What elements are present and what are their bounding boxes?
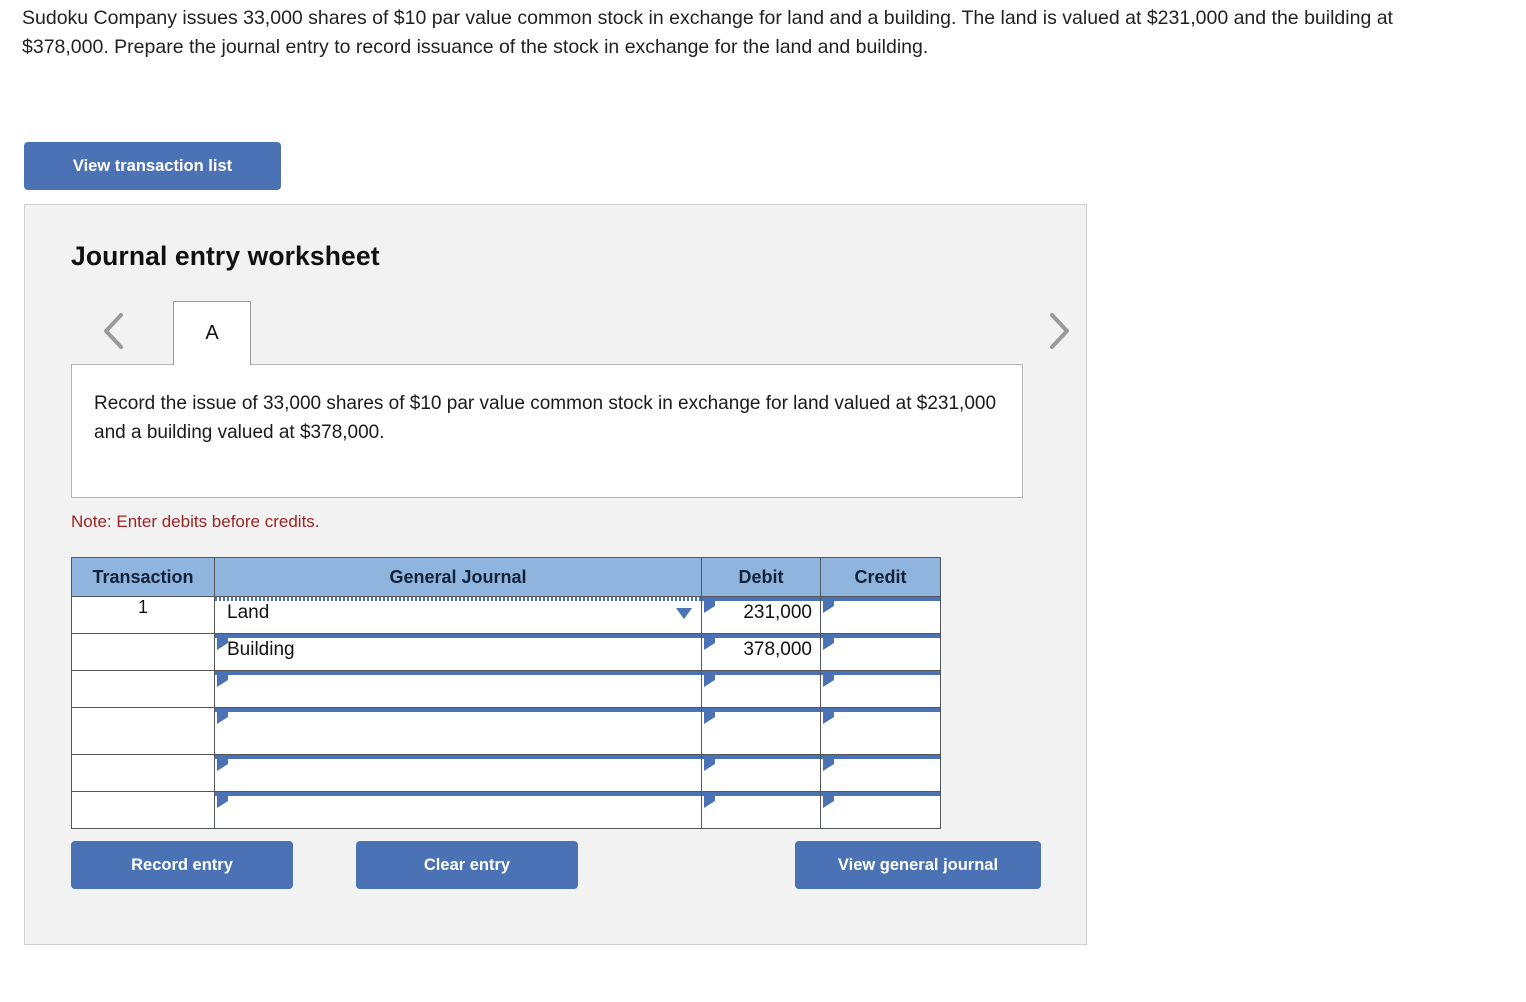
worksheet-tab-a[interactable]: A bbox=[173, 301, 251, 365]
account-cell[interactable] bbox=[214, 791, 702, 829]
account-cell[interactable] bbox=[214, 754, 702, 792]
cell-marker-icon bbox=[704, 757, 715, 771]
debit-input-4[interactable] bbox=[702, 708, 820, 724]
journal-entry-table: Transaction General Journal Debit Credit… bbox=[71, 557, 941, 829]
credit-input-6[interactable] bbox=[821, 792, 940, 808]
cell-marker-icon bbox=[217, 710, 228, 724]
cell-marker-icon bbox=[823, 757, 834, 771]
account-select-6[interactable] bbox=[215, 792, 701, 808]
debits-before-credits-note: Note: Enter debits before credits. bbox=[71, 512, 320, 531]
worksheet-tab-a-label: A bbox=[205, 322, 219, 344]
problem-statement: Sudoku Company issues 33,000 shares of $… bbox=[22, 7, 1393, 58]
transaction-number-cell bbox=[71, 707, 215, 755]
credit-cell[interactable] bbox=[820, 707, 941, 755]
transaction-number-cell bbox=[71, 670, 215, 708]
debit-input-5[interactable] bbox=[702, 755, 820, 771]
chevron-left-icon[interactable] bbox=[97, 307, 131, 355]
account-value: Land bbox=[227, 602, 270, 623]
cell-marker-icon bbox=[217, 757, 228, 771]
table-row bbox=[71, 791, 941, 829]
account-cell[interactable]: Land bbox=[214, 596, 702, 634]
column-header-general-journal: General Journal bbox=[214, 557, 702, 597]
column-header-transaction: Transaction bbox=[71, 557, 215, 597]
debit-input-2[interactable]: 378,000 bbox=[702, 634, 820, 660]
credit-input-2[interactable] bbox=[821, 634, 940, 650]
cell-marker-icon bbox=[823, 599, 834, 613]
record-entry-button[interactable]: Record entry bbox=[71, 841, 293, 889]
debit-cell[interactable] bbox=[701, 791, 821, 829]
cell-marker-icon bbox=[823, 710, 834, 724]
cell-marker-icon bbox=[704, 673, 715, 687]
credit-cell[interactable] bbox=[820, 670, 941, 708]
table-row: 1 Land 231,000 bbox=[71, 596, 941, 634]
transaction-number-cell bbox=[71, 754, 215, 792]
credit-cell[interactable] bbox=[820, 791, 941, 829]
debit-input-3[interactable] bbox=[702, 671, 820, 687]
cell-marker-icon bbox=[823, 673, 834, 687]
cell-marker-icon bbox=[704, 636, 715, 650]
account-value: Building bbox=[227, 639, 295, 660]
account-cell[interactable] bbox=[214, 670, 702, 708]
clear-entry-button[interactable]: Clear entry bbox=[356, 841, 578, 889]
credit-input-1[interactable] bbox=[821, 597, 940, 613]
journal-entry-worksheet-panel: Journal entry worksheet A Record the iss… bbox=[24, 204, 1087, 945]
credit-cell[interactable] bbox=[820, 596, 941, 634]
debit-cell[interactable]: 231,000 bbox=[701, 596, 821, 634]
cell-marker-icon bbox=[217, 673, 228, 687]
table-header-row: Transaction General Journal Debit Credit bbox=[71, 557, 941, 597]
cell-marker-icon bbox=[823, 636, 834, 650]
debit-cell[interactable] bbox=[701, 670, 821, 708]
account-select-3[interactable] bbox=[215, 671, 701, 687]
transaction-number-cell bbox=[71, 633, 215, 671]
table-row bbox=[71, 707, 941, 755]
cell-marker-icon bbox=[704, 710, 715, 724]
table-row bbox=[71, 670, 941, 708]
worksheet-tabstrip: A bbox=[71, 301, 1071, 365]
debit-cell[interactable] bbox=[701, 754, 821, 792]
transaction-number-cell: 1 bbox=[71, 596, 215, 634]
column-header-credit: Credit bbox=[820, 557, 941, 597]
account-select-2[interactable]: Building bbox=[215, 634, 701, 660]
page-title: Journal entry worksheet bbox=[71, 241, 380, 271]
instruction-text: Record the issue of 33,000 shares of $10… bbox=[94, 393, 997, 443]
debit-value: 378,000 bbox=[743, 639, 812, 660]
credit-input-5[interactable] bbox=[821, 755, 940, 771]
cell-marker-icon bbox=[217, 794, 228, 808]
cell-marker-icon bbox=[823, 794, 834, 808]
account-cell[interactable] bbox=[214, 707, 702, 755]
account-select-1[interactable]: Land bbox=[215, 597, 701, 623]
view-general-journal-button[interactable]: View general journal bbox=[795, 841, 1041, 889]
cell-marker-icon bbox=[704, 599, 715, 613]
account-select-4[interactable] bbox=[215, 708, 701, 724]
debit-cell[interactable] bbox=[701, 707, 821, 755]
debit-input-1[interactable]: 231,000 bbox=[702, 597, 820, 623]
debit-input-6[interactable] bbox=[702, 792, 820, 808]
instruction-box: Record the issue of 33,000 shares of $10… bbox=[71, 364, 1023, 498]
cell-marker-icon bbox=[704, 794, 715, 808]
table-row: Building 378,000 bbox=[71, 633, 941, 671]
table-row bbox=[71, 754, 941, 792]
credit-input-3[interactable] bbox=[821, 671, 940, 687]
account-cell[interactable]: Building bbox=[214, 633, 702, 671]
column-header-debit: Debit bbox=[701, 557, 821, 597]
debit-cell[interactable]: 378,000 bbox=[701, 633, 821, 671]
chevron-right-icon[interactable] bbox=[1041, 307, 1075, 355]
debit-value: 231,000 bbox=[743, 602, 812, 623]
credit-input-4[interactable] bbox=[821, 708, 940, 724]
transaction-number-cell bbox=[71, 791, 215, 829]
account-select-5[interactable] bbox=[215, 755, 701, 771]
credit-cell[interactable] bbox=[820, 633, 941, 671]
credit-cell[interactable] bbox=[820, 754, 941, 792]
chevron-down-icon[interactable] bbox=[676, 608, 692, 619]
view-transaction-list-button[interactable]: View transaction list bbox=[24, 142, 281, 190]
